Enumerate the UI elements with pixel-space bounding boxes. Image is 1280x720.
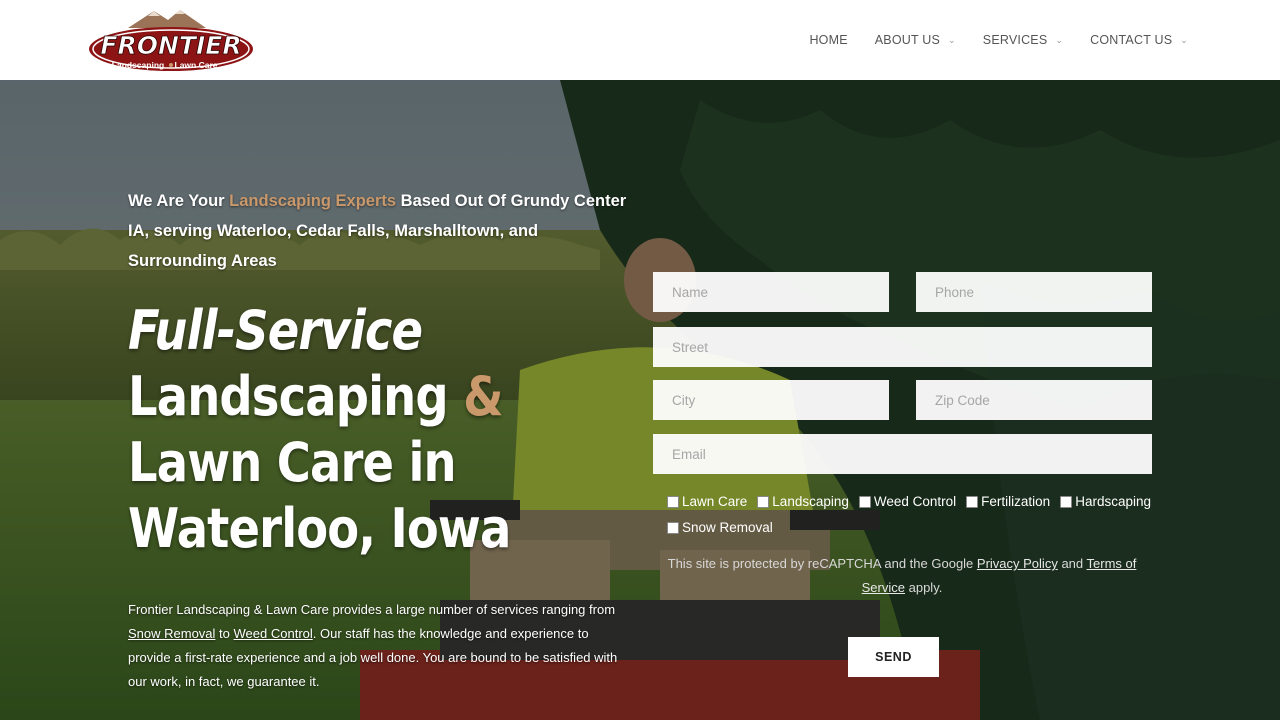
snow-removal-link[interactable]: Snow Removal <box>128 626 215 641</box>
nav-services[interactable]: SERVICES ⌄ <box>983 33 1063 47</box>
logo-tagline-right: Lawn Care <box>175 60 218 70</box>
phone-placeholder: Phone <box>935 284 975 300</box>
chevron-down-icon: ⌄ <box>1180 34 1188 45</box>
service-checkboxes: Lawn Care Landscaping Weed Control Fertiliz… <box>667 490 1167 542</box>
main-nav: HOME ABOUT US ⌄ SERVICES ⌄ CONTACT US ⌄ <box>782 0 1188 80</box>
recaptcha-text-1: This site is protected by reCAPTCHA and … <box>667 556 977 571</box>
city-field[interactable]: City <box>653 380 889 420</box>
email-field[interactable]: Email <box>653 434 1152 474</box>
checkbox-label: Lawn Care <box>682 494 748 509</box>
nav-contact-us[interactable]: CONTACT US ⌄ <box>1090 33 1188 47</box>
city-placeholder: City <box>672 392 696 408</box>
nav-about-us[interactable]: ABOUT US ⌄ <box>875 33 956 47</box>
recaptcha-text-3: apply. <box>905 580 943 595</box>
logo-graphic: FRONTIER Landscaping Lawn Care <box>89 10 253 71</box>
logo-tagline-left: Landscaping <box>112 60 164 70</box>
checkbox-snow-removal[interactable]: Snow Removal <box>667 516 773 540</box>
privacy-policy-link[interactable]: Privacy Policy <box>977 556 1058 571</box>
headline-part2b: Lawn Care in Waterloo, Iowa <box>128 431 511 560</box>
street-field[interactable]: Street <box>653 327 1152 367</box>
checkbox-icon[interactable] <box>757 496 770 508</box>
name-field[interactable]: Name <box>653 272 889 312</box>
desc-text-1: Frontier Landscaping & Lawn Care provide… <box>128 602 616 617</box>
chevron-down-icon: ⌄ <box>948 34 956 45</box>
checkbox-icon[interactable] <box>667 522 679 534</box>
send-button[interactable]: SEND <box>848 637 939 677</box>
checkbox-icon[interactable] <box>667 496 679 508</box>
checkbox-hardscaping[interactable]: Hardscaping <box>1060 490 1151 514</box>
intro-accent: Landscaping Experts <box>229 192 397 210</box>
checkbox-weed-control[interactable]: Weed Control <box>858 490 957 514</box>
nav-contact-label: CONTACT US <box>1090 33 1173 47</box>
zip-code-field[interactable]: Zip Code <box>916 380 1152 420</box>
checkbox-fertilization[interactable]: Fertilization <box>966 490 1050 514</box>
hero-description: Frontier Landscaping & Lawn Care provide… <box>128 598 628 694</box>
recaptcha-text-2: and <box>1057 556 1087 571</box>
checkbox-icon[interactable] <box>1060 496 1073 508</box>
headline-ampersand: & <box>463 365 504 428</box>
weed-control-link[interactable]: Weed Control <box>234 626 313 641</box>
nav-about-label: ABOUT US <box>874 33 941 47</box>
checkbox-label: Weed Control <box>873 494 957 509</box>
headline-line1: Full-Service <box>128 299 423 362</box>
checkbox-label: Fertilization <box>981 494 1051 509</box>
street-placeholder: Street <box>672 339 709 355</box>
recaptcha-notice: This site is protected by reCAPTCHA and … <box>667 552 1137 600</box>
frontier-logo[interactable]: FRONTIER Landscaping Lawn Care <box>88 8 254 72</box>
checkbox-lawn-care[interactable]: Lawn Care <box>667 490 747 514</box>
desc-text-2: to <box>215 626 234 641</box>
checkbox-landscaping[interactable]: Landscaping <box>757 490 849 514</box>
checkbox-label: Hardscaping <box>1075 494 1151 509</box>
email-placeholder: Email <box>672 446 706 462</box>
intro-text-before: We Are Your <box>128 192 230 210</box>
nav-home[interactable]: HOME <box>809 33 847 47</box>
checkbox-icon[interactable] <box>858 496 871 508</box>
checkbox-icon[interactable] <box>966 496 979 508</box>
nav-services-label: SERVICES <box>982 33 1048 47</box>
nav-home-label: HOME <box>809 33 848 47</box>
hero-headline: Full-Service Landscaping & Lawn Care in W… <box>128 298 558 562</box>
hero-intro: We Are Your Landscaping Experts Based Ou… <box>128 186 628 276</box>
phone-field[interactable]: Phone <box>916 272 1152 312</box>
site-header: FRONTIER Landscaping Lawn Care HOME ABOU… <box>0 0 1280 80</box>
name-placeholder: Name <box>672 284 709 300</box>
checkbox-label: Snow Removal <box>682 520 773 535</box>
headline-part2a: Landscaping <box>128 365 464 428</box>
chevron-down-icon: ⌄ <box>1055 34 1064 45</box>
hero-section: We Are Your Landscaping Experts Based Ou… <box>0 80 1280 720</box>
logo-name: FRONTIER <box>100 31 241 60</box>
checkbox-label: Landscaping <box>772 494 849 509</box>
zip-placeholder: Zip Code <box>935 392 990 408</box>
